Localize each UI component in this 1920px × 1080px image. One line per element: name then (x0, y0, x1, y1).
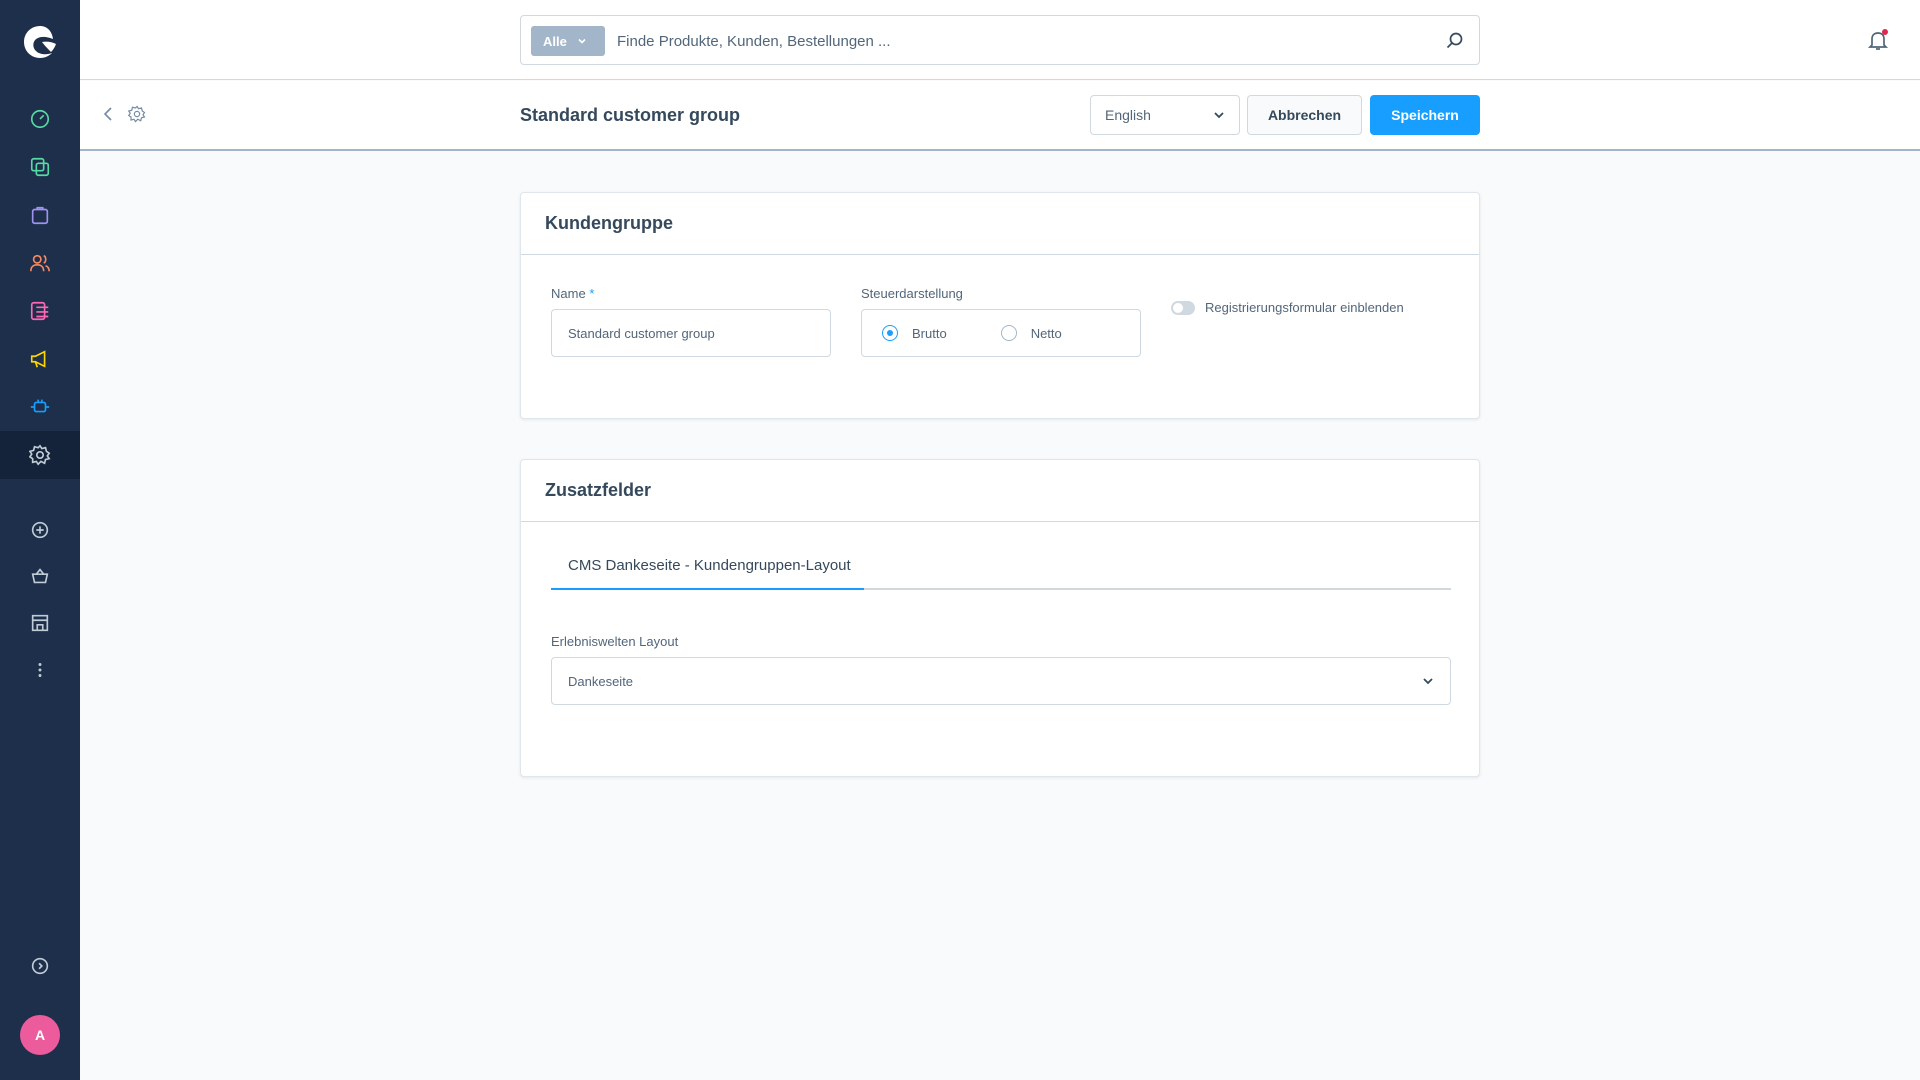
chevron-down-icon (578, 38, 586, 44)
notification-bell-icon[interactable] (1866, 28, 1890, 52)
tax-option-netto[interactable]: Netto (1000, 325, 1062, 341)
page-settings-icon[interactable] (128, 105, 146, 123)
custom-fields-card: Zusatzfelder CMS Dankeseite - Kundengrup… (520, 459, 1480, 777)
cancel-button[interactable]: Abbrechen (1247, 95, 1362, 135)
tax-display-radio-group: Brutto Netto (861, 309, 1141, 357)
dashboard-icon (30, 109, 50, 129)
save-button[interactable]: Speichern (1370, 95, 1480, 135)
marketing-icon (30, 350, 46, 368)
chevron-down-icon (1214, 112, 1224, 119)
user-avatar[interactable]: A (20, 1015, 60, 1055)
shopware-logo[interactable] (20, 22, 60, 62)
nav-orders[interactable] (0, 191, 80, 239)
toggle-switch[interactable] (1171, 300, 1195, 315)
nav-add-sales-channel[interactable] (0, 506, 80, 554)
tax-display-label: Steuerdarstellung (861, 286, 963, 301)
chevron-down-icon (1423, 678, 1433, 685)
search-icon[interactable] (1445, 31, 1465, 51)
nav-extensions[interactable] (0, 383, 80, 431)
more-icon (38, 663, 42, 677)
language-switch[interactable]: English (1090, 95, 1240, 135)
nav-marketing[interactable] (0, 335, 80, 383)
radio-netto[interactable] (1000, 325, 1017, 341)
page-header: Standard customer group English Abbreche… (80, 81, 1920, 151)
registration-toggle-label: Registrierungsformular einblenden (1205, 300, 1404, 315)
search-type-select[interactable]: Alle (531, 26, 605, 56)
orders-icon (31, 206, 49, 225)
language-label: English (1105, 107, 1151, 123)
tax-option-netto-label: Netto (1030, 325, 1062, 341)
shop-icon (31, 614, 49, 632)
layout-value: Dankeseite (568, 673, 634, 689)
back-icon[interactable] (100, 105, 118, 123)
nav-catalog[interactable] (0, 143, 80, 191)
page-title: Standard customer group (520, 105, 741, 125)
main-sidebar: A (0, 0, 80, 1080)
customers-icon (30, 254, 50, 272)
custom-field-set-tabs: CMS Dankeseite - Kundengruppen-Layout (551, 550, 1451, 590)
layout-label: Erlebniswelten Layout (551, 634, 679, 649)
nav-more[interactable] (0, 646, 80, 694)
collapse-icon (31, 957, 49, 975)
tab-cms-thank-you-page[interactable]: CMS Dankeseite - Kundengruppen-Layout (551, 550, 864, 590)
nav-customers[interactable] (0, 239, 80, 287)
nav-dashboard[interactable] (0, 95, 80, 143)
name-label: Name * (551, 286, 594, 301)
nav-content[interactable] (0, 287, 80, 335)
search-input[interactable] (617, 26, 1417, 56)
content-icon (30, 301, 49, 321)
nav-shop[interactable] (0, 599, 80, 647)
storefront-icon (31, 568, 49, 584)
search-type-label: Alle (543, 33, 567, 49)
registration-form-toggle[interactable]: Registrierungsformular einblenden (1171, 300, 1404, 315)
extensions-icon (30, 399, 50, 413)
name-label-text: Name (551, 286, 586, 301)
customer-group-card: Kundengruppe Name * Steuerdarstellung Br… (520, 192, 1480, 419)
nav-settings[interactable] (0, 431, 80, 479)
radio-brutto[interactable] (882, 325, 898, 341)
global-search: Alle (520, 15, 1480, 65)
tax-option-brutto[interactable]: Brutto (882, 325, 947, 341)
sidebar-collapse-button[interactable] (0, 942, 80, 990)
tax-option-brutto-label: Brutto (912, 325, 947, 341)
required-marker: * (589, 286, 595, 301)
nav-storefront[interactable] (0, 552, 80, 600)
name-input[interactable] (551, 309, 831, 357)
card-title: Kundengruppe (521, 193, 1479, 255)
settings-icon (29, 444, 51, 466)
card-title: Zusatzfelder (521, 460, 1479, 522)
add-sales-channel-icon (31, 521, 49, 539)
catalog-icon (30, 157, 50, 177)
top-bar: Alle (80, 0, 1920, 80)
layout-select[interactable]: Dankeseite (551, 657, 1451, 705)
